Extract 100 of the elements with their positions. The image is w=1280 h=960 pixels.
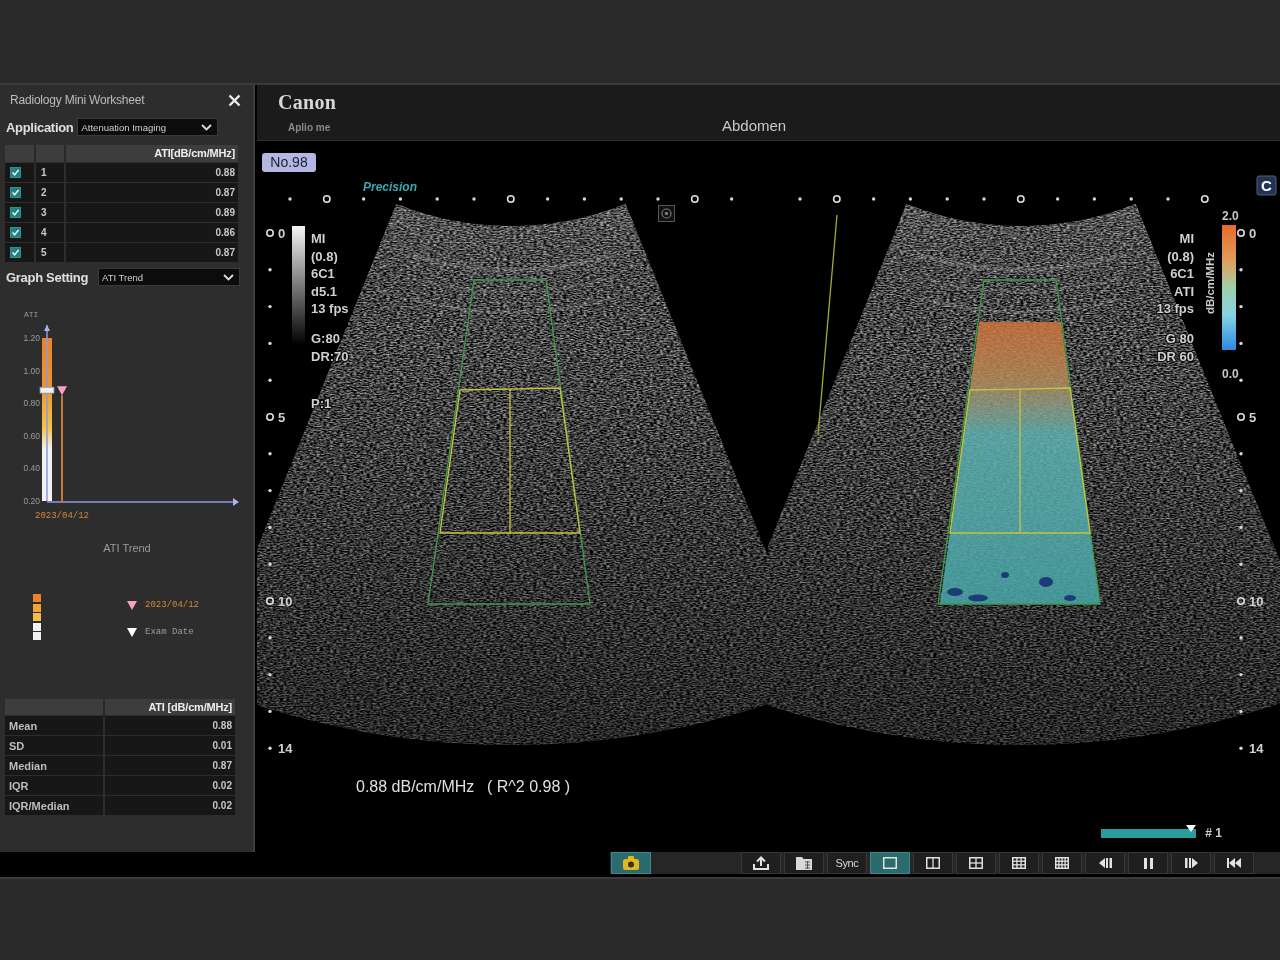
single-pane-icon (883, 857, 897, 869)
scan-parameter: MI (311, 231, 326, 246)
target-icon (658, 205, 675, 222)
scan-parameter: ATI (1174, 283, 1194, 299)
scale-min-label: 0.0 (1222, 367, 1239, 381)
table-cell-text: 0.87 (211, 760, 233, 771)
scan-parameter: 13 fps (311, 301, 349, 316)
skip-to-start-icon (1227, 858, 1241, 868)
toolbar-button[interactable] (611, 852, 651, 874)
y-tick-label: 1.00 (23, 365, 40, 376)
depth-label: 14 (1249, 741, 1264, 756)
study-number-badge: No.98 (262, 153, 316, 172)
row-number: 3 (40, 207, 47, 218)
axis-title: ATI (24, 310, 39, 319)
x-tick-label: 2023/04/12 (35, 511, 89, 521)
toolbar-button[interactable] (913, 852, 953, 874)
chevron-down-icon (223, 273, 234, 281)
nine-pane-icon (1012, 857, 1026, 869)
panel-title: Radiology Mini Worksheet (10, 93, 145, 107)
table-cell-text: 0.02 (211, 780, 233, 791)
close-button[interactable] (226, 92, 242, 108)
table-cell-text: 0.01 (211, 740, 233, 751)
two-pane-icon (926, 857, 940, 869)
close-icon (227, 93, 241, 107)
checkbox[interactable] (10, 187, 21, 198)
y-tick-label: 0.20 (23, 496, 40, 506)
table-cell-text: 0.87 (214, 247, 236, 258)
checkbox[interactable] (10, 207, 21, 218)
toolbar-button[interactable] (956, 852, 996, 874)
cine-thumb[interactable] (1186, 825, 1197, 832)
graph-setting-dropdown[interactable]: ATI Trend (98, 268, 240, 286)
model-name: Aplio me (288, 122, 331, 134)
row-number: 4 (40, 227, 47, 238)
depth-label: 10 (278, 594, 293, 609)
row-label: SD (9, 739, 25, 752)
row-number: 1 (40, 167, 47, 178)
scan-parameter: G 80 (1165, 331, 1194, 346)
scan-parameter: DR 60 (1157, 348, 1194, 364)
toolbar-button[interactable] (1214, 852, 1254, 874)
toolbar-button[interactable] (741, 852, 781, 874)
legend-label: 2023/04/12 (145, 600, 199, 611)
toolbar-button[interactable] (1171, 852, 1211, 874)
checkbox[interactable] (10, 247, 21, 258)
checkbox[interactable] (10, 227, 21, 238)
toolbar-button[interactable] (784, 852, 824, 874)
y-tick-label: 0.60 (23, 430, 40, 441)
depth-label: 14 (278, 741, 293, 756)
upload-icon (753, 856, 769, 870)
cine-track[interactable] (1101, 825, 1197, 838)
column-header: ATI [dB/cm/MHz] (147, 700, 233, 715)
y-tick-label: 1.20 (23, 333, 40, 344)
legend-label: Exam Date (145, 627, 194, 638)
y-tick-label: 0.40 (23, 463, 40, 474)
checkbox[interactable] (10, 167, 21, 178)
row-label: Median (9, 759, 47, 772)
row-label: IQR (9, 779, 29, 792)
application-dropdown[interactable]: Attenuation Imaging (77, 118, 219, 136)
row-label: Mean (9, 719, 38, 732)
folder-icon (796, 856, 812, 870)
row-number: 2 (40, 187, 47, 198)
scan-parameter: 13 fps (1156, 301, 1194, 316)
scan-parameter: DR:70 (311, 348, 349, 364)
pause-icon (1143, 857, 1153, 869)
column-header: ATI[dB/cm/MHz] (153, 146, 236, 161)
preset-label: Precision (363, 180, 418, 194)
toolbar-button[interactable] (999, 852, 1039, 874)
scan-parameter: P:1 (311, 396, 332, 411)
row-number: 5 (40, 247, 47, 258)
table-cell-text: 0.02 (211, 800, 233, 811)
toolbar-button[interactable] (1042, 852, 1082, 874)
toolbar-button[interactable]: Sync (827, 852, 867, 874)
step-back-icon (1098, 858, 1112, 868)
y-tick-label: 0.80 (23, 398, 40, 409)
twelve-pane-icon (1055, 857, 1069, 869)
scan-parameter: d5.1 (311, 283, 337, 299)
scan-parameter: (0.8) (311, 248, 338, 264)
scan-parameter: (0.8) (1167, 248, 1194, 264)
scan-parameter: 6C1 (311, 266, 335, 281)
toolbar-button[interactable] (1128, 852, 1168, 874)
color-mode-badge: C (1256, 175, 1277, 196)
chevron-down-icon (201, 123, 213, 131)
table-cell-text: 0.87 (214, 187, 236, 198)
measurement-result: 0.88 dB/cm/MHz (356, 778, 475, 795)
step-forward-icon (1184, 858, 1198, 868)
toolbar-button[interactable] (1085, 852, 1125, 874)
table-cell-text: 0.88 (214, 167, 236, 178)
depth-label: 10 (1249, 594, 1264, 609)
depth-label: 0 (278, 226, 286, 241)
row-label: IQR/Median (9, 799, 70, 812)
frame-number: # 1 (1205, 826, 1222, 840)
fit-result: ( R^2 0.98 ) (487, 778, 571, 795)
depth-label: 0 (1249, 226, 1257, 241)
scale-unit-label: dB/cm/MHz (1204, 252, 1216, 314)
exam-title: Abdomen (722, 116, 787, 135)
field-label: Graph Setting (6, 269, 89, 285)
depth-label: 5 (1249, 410, 1257, 425)
scan-parameter: 6C1 (1170, 266, 1194, 281)
scan-parameter: G:80 (311, 331, 340, 346)
brand-logo: Canon (278, 92, 337, 112)
field-label: Application (6, 119, 74, 135)
